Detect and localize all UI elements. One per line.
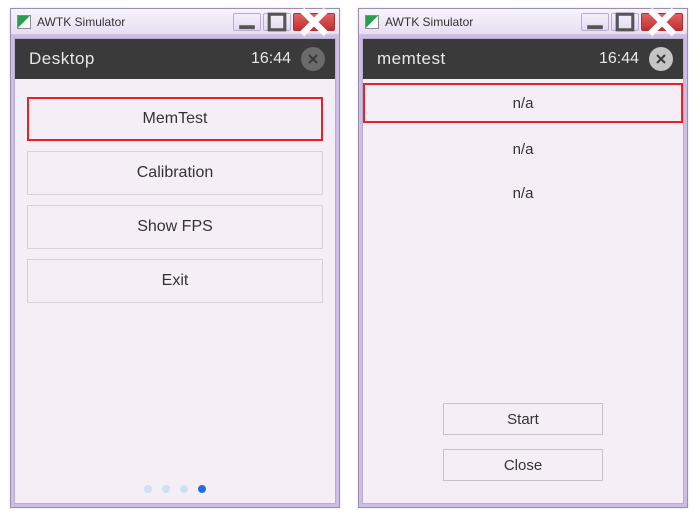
menu-item-calibration[interactable]: Calibration	[27, 151, 323, 195]
app-icon	[17, 15, 31, 29]
client-area: Desktop 16:44 MemTest Calibration Show F…	[14, 38, 336, 504]
value-row: n/a	[363, 129, 683, 169]
value-list: n/a n/a n/a	[363, 79, 683, 213]
minimize-button[interactable]	[233, 13, 261, 31]
maximize-button[interactable]	[611, 13, 639, 31]
client-area: memtest 16:44 n/a n/a n/a Start	[362, 38, 684, 504]
close-button[interactable]: Close	[443, 449, 603, 481]
page-dot[interactable]	[180, 485, 188, 493]
menu-item-exit[interactable]: Exit	[27, 259, 323, 303]
menu-item-label: Exit	[162, 272, 189, 290]
menu-item-label: Show FPS	[137, 218, 213, 236]
page-dot-active[interactable]	[198, 485, 206, 493]
app-close-icon[interactable]	[301, 47, 325, 71]
menu-item-showfps[interactable]: Show FPS	[27, 205, 323, 249]
app-title: Desktop	[29, 49, 251, 69]
os-titlebar[interactable]: AWTK Simulator	[359, 9, 687, 35]
window-controls	[233, 13, 335, 31]
page-indicator	[15, 485, 335, 493]
app-close-icon[interactable]	[649, 47, 673, 71]
value-label: n/a	[513, 95, 534, 112]
os-title: AWTK Simulator	[385, 15, 581, 29]
menu-list: MemTest Calibration Show FPS Exit	[15, 79, 335, 303]
value-row: n/a	[363, 173, 683, 213]
os-close-button[interactable]	[293, 13, 335, 31]
menu-item-memtest[interactable]: MemTest	[27, 97, 323, 141]
button-label: Start	[507, 411, 539, 428]
window-controls	[581, 13, 683, 31]
menu-item-label: Calibration	[137, 164, 213, 182]
os-titlebar[interactable]: AWTK Simulator	[11, 9, 339, 35]
minimize-button[interactable]	[581, 13, 609, 31]
page-dot[interactable]	[162, 485, 170, 493]
simulator-window-desktop: AWTK Simulator Desktop 16:44	[10, 8, 340, 508]
action-buttons: Start Close	[363, 403, 683, 481]
menu-item-label: MemTest	[143, 110, 208, 128]
app-time: 16:44	[251, 50, 291, 68]
app-title: memtest	[377, 49, 599, 69]
start-button[interactable]: Start	[443, 403, 603, 435]
value-label: n/a	[513, 185, 534, 202]
button-label: Close	[504, 457, 542, 474]
app-header: memtest 16:44	[363, 39, 683, 79]
app-time: 16:44	[599, 50, 639, 68]
page-dot[interactable]	[144, 485, 152, 493]
app-header: Desktop 16:44	[15, 39, 335, 79]
os-close-button[interactable]	[641, 13, 683, 31]
value-row: n/a	[363, 83, 683, 123]
value-label: n/a	[513, 141, 534, 158]
simulator-window-memtest: AWTK Simulator memtest 16:44	[358, 8, 688, 508]
os-title: AWTK Simulator	[37, 15, 233, 29]
app-icon	[365, 15, 379, 29]
maximize-button[interactable]	[263, 13, 291, 31]
